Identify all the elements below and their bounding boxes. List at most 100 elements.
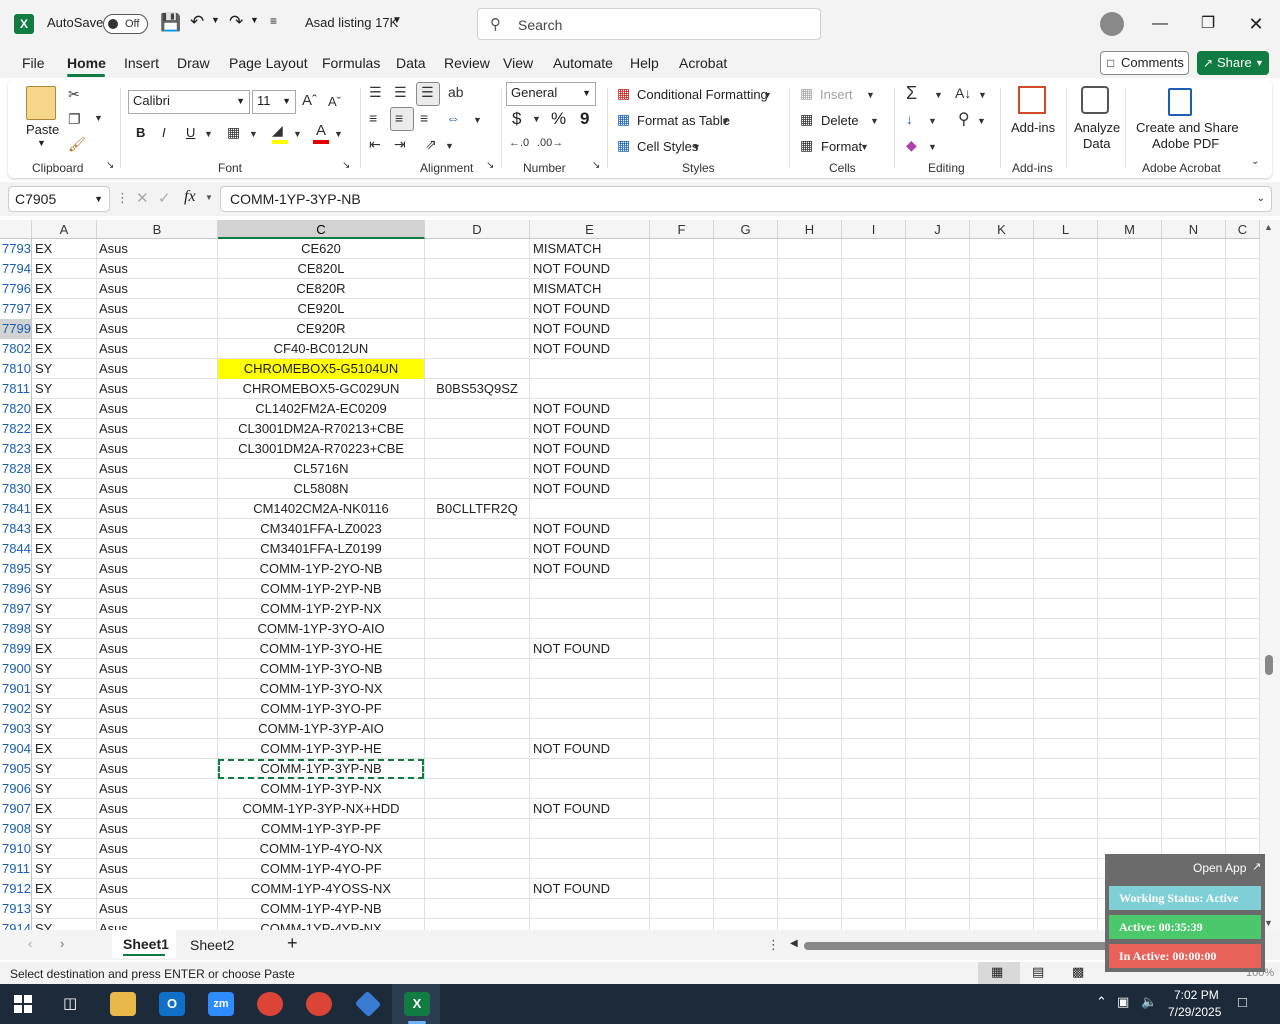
fx-dropdown-icon[interactable]: ▼ [205, 193, 213, 202]
cell-model[interactable]: CM1402CM2A-NK0116 [218, 499, 424, 519]
underline-dropdown-icon[interactable]: ▼ [204, 129, 213, 139]
tab-split-icon[interactable]: ⋮ [767, 937, 780, 953]
cell-brand-code[interactable]: EX [32, 739, 96, 759]
row-header[interactable]: 7914 [0, 919, 32, 930]
cell-brand[interactable]: Asus [97, 799, 217, 819]
cell-brand-code[interactable]: SY [32, 759, 96, 779]
row-header[interactable]: 7907 [0, 799, 32, 819]
copy-icon[interactable]: ❐ [68, 111, 81, 128]
decrease-font-icon[interactable]: Aˇ [328, 94, 341, 109]
cell-model[interactable]: COMM-1YP-4YO-PF [218, 859, 424, 879]
align-right-icon[interactable]: ≡ [420, 110, 428, 126]
cell-brand[interactable]: Asus [97, 839, 217, 859]
comments-button[interactable]: □ Comments [1100, 51, 1189, 75]
cell-status[interactable]: NOT FOUND [530, 399, 649, 419]
cell-asin[interactable] [425, 599, 529, 619]
cell-brand-code[interactable]: SY [32, 899, 96, 919]
cell-model[interactable]: COMM-1YP-4YO-NX [218, 839, 424, 859]
cell-model[interactable]: COMM-1YP-4YOSS-NX [218, 879, 424, 899]
analyze-data-line2[interactable]: Data [1083, 136, 1110, 151]
cell-status[interactable]: NOT FOUND [530, 419, 649, 439]
row-header[interactable]: 7810 [0, 359, 32, 379]
show-hidden-icons-icon[interactable]: ⌃ [1096, 994, 1107, 1010]
menu-file[interactable]: File [22, 55, 45, 71]
cell-status[interactable] [530, 679, 649, 699]
format-cells-icon[interactable]: ▦ [800, 137, 813, 154]
cell-model[interactable]: CL5808N [218, 479, 424, 499]
cell-model[interactable]: CE920L [218, 299, 424, 319]
row-header[interactable]: 7897 [0, 599, 32, 619]
percent-button[interactable]: % [551, 109, 566, 129]
cell-status[interactable]: NOT FOUND [530, 639, 649, 659]
cell-status[interactable] [530, 779, 649, 799]
cell-status[interactable]: NOT FOUND [530, 739, 649, 759]
cell-brand[interactable]: Asus [97, 339, 217, 359]
row-header[interactable]: 7901 [0, 679, 32, 699]
cell-model[interactable]: COMM-1YP-3YP-NX [218, 779, 424, 799]
share-button[interactable]: ↗ Share ▼ [1197, 51, 1269, 75]
merge-center-icon[interactable]: ⇔ [446, 110, 460, 126]
row-header[interactable]: 7822 [0, 419, 32, 439]
cell-asin[interactable] [425, 699, 529, 719]
column-header-j[interactable]: J [906, 220, 970, 239]
vertical-scrollbar[interactable]: ▲ ▼ [1260, 220, 1280, 930]
cell-model[interactable]: CHROMEBOX5-G5104UN [218, 359, 424, 379]
currency-dropdown-icon[interactable]: ▼ [532, 114, 541, 124]
row-header[interactable]: 7906 [0, 779, 32, 799]
cell-asin[interactable] [425, 759, 529, 779]
notifications-icon[interactable]: □ [1238, 994, 1247, 1011]
font-launcher-icon[interactable]: ↘ [342, 160, 350, 171]
format-as-table-dropdown-icon[interactable]: ▼ [721, 116, 730, 126]
cell-brand[interactable]: Asus [97, 379, 217, 399]
borders-icon[interactable]: ▦ [227, 124, 240, 141]
cell-asin[interactable] [425, 259, 529, 279]
row-header[interactable]: 7820 [0, 399, 32, 419]
cell-brand-code[interactable]: EX [32, 399, 96, 419]
row-header[interactable]: 7898 [0, 619, 32, 639]
chrome-profile-icon[interactable] [306, 992, 332, 1016]
column-header-l[interactable]: L [1034, 220, 1098, 239]
cell-asin[interactable] [425, 559, 529, 579]
undo-icon[interactable]: ↶ [190, 12, 204, 32]
hscroll-left-icon[interactable]: ◀ [790, 938, 798, 949]
format-cells-button[interactable]: Format [821, 139, 862, 154]
row-header[interactable]: 7843 [0, 519, 32, 539]
row-header[interactable]: 7911 [0, 859, 32, 879]
borders-dropdown-icon[interactable]: ▼ [249, 129, 258, 139]
cell-model[interactable]: COMM-1YP-3YP-PF [218, 819, 424, 839]
analyze-data-line1[interactable]: Analyze [1074, 120, 1120, 135]
cell-brand-code[interactable]: EX [32, 419, 96, 439]
menu-data[interactable]: Data [396, 55, 426, 71]
cell-status[interactable] [530, 839, 649, 859]
cell-asin[interactable] [425, 899, 529, 919]
row-header[interactable]: 7896 [0, 579, 32, 599]
cell-styles-button[interactable]: Cell Styles [637, 139, 698, 154]
network-icon[interactable]: ▣ [1117, 994, 1129, 1010]
row-header[interactable]: 7844 [0, 539, 32, 559]
cell-model[interactable]: CM3401FFA-LZ0023 [218, 519, 424, 539]
cell-status[interactable] [530, 659, 649, 679]
cell-status[interactable] [530, 599, 649, 619]
row-header[interactable]: 7913 [0, 899, 32, 919]
minimize-icon[interactable]: — [1148, 12, 1172, 36]
cell-brand[interactable]: Asus [97, 579, 217, 599]
save-icon[interactable]: 💾 [160, 13, 181, 33]
undo-dropdown-icon[interactable]: ▼ [211, 15, 220, 25]
cell-brand[interactable]: Asus [97, 879, 217, 899]
excel-taskbar-icon[interactable]: X [404, 992, 430, 1016]
cell-asin[interactable] [425, 859, 529, 879]
cell-asin[interactable] [425, 839, 529, 859]
file-explorer-icon[interactable] [110, 992, 136, 1016]
orientation-dropdown-icon[interactable]: ▼ [445, 141, 454, 151]
cell-model[interactable]: COMM-1YP-2YP-NB [218, 579, 424, 599]
cell-brand-code[interactable]: SY [32, 659, 96, 679]
cell-model[interactable]: CE920R [218, 319, 424, 339]
cell-asin[interactable] [425, 919, 529, 930]
cell-status[interactable]: NOT FOUND [530, 319, 649, 339]
number-format-select[interactable]: General ▼ [506, 82, 596, 106]
expand-formula-icon[interactable]: ⌄ [1257, 187, 1265, 211]
cell-model[interactable]: CL5716N [218, 459, 424, 479]
cell-brand[interactable]: Asus [97, 739, 217, 759]
cell-styles-dropdown-icon[interactable]: ▼ [692, 142, 701, 152]
customize-qat-icon[interactable]: ≡ [270, 14, 277, 28]
